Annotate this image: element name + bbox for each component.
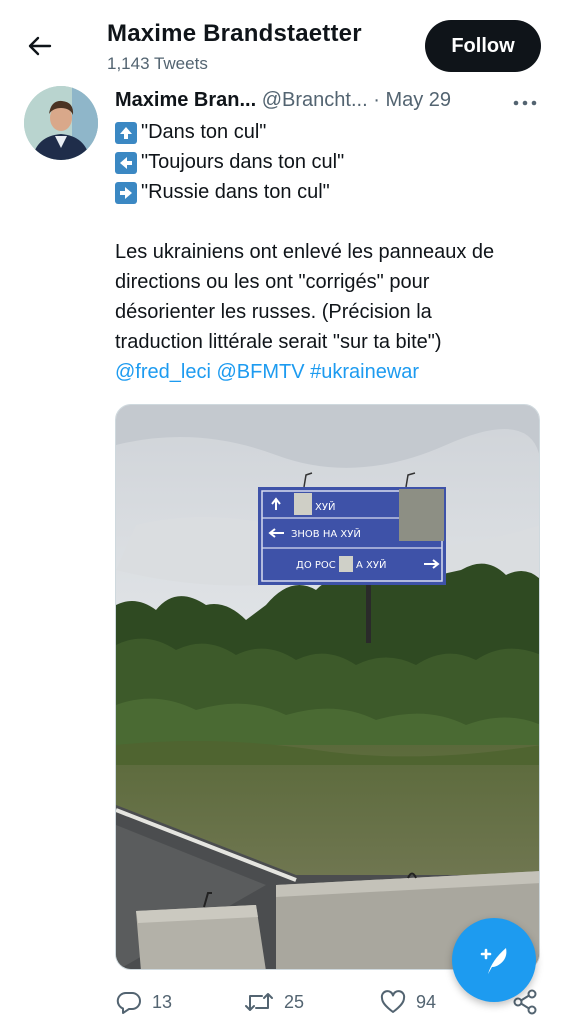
reply-count: 13 bbox=[152, 991, 173, 1012]
tweet-header: Maxime Bran... @Brancht... · May 29 bbox=[115, 89, 545, 117]
reply-icon bbox=[116, 991, 141, 1014]
tweet-line-text: "Dans ton cul" bbox=[141, 121, 267, 143]
sign-line-3a: ДО РОС bbox=[296, 560, 336, 571]
reply-button[interactable]: 13 bbox=[116, 984, 172, 1020]
tweet-line-text: "Toujours dans ton cul" bbox=[141, 151, 345, 173]
follow-button[interactable]: Follow bbox=[425, 20, 541, 72]
compose-tweet-button[interactable] bbox=[452, 918, 536, 1002]
back-button[interactable] bbox=[20, 28, 60, 64]
sign-line-1: ХУЙ bbox=[315, 500, 335, 513]
more-dots-icon bbox=[513, 100, 537, 106]
tweet-author-handle[interactable]: @Brancht... bbox=[262, 89, 368, 111]
tweet-body-line: Les ukrainiens ont enlevé les panneaux d… bbox=[115, 241, 495, 263]
tweet-body-line: traduction littérale serait "sur ta bite… bbox=[115, 331, 442, 353]
avatar[interactable] bbox=[24, 86, 98, 160]
tweet-line-2: "Toujours dans ton cul" bbox=[115, 147, 344, 177]
tweet-body-line: directions ou les ont "corrigés" pour bbox=[115, 271, 430, 293]
tweet-line-3: "Russie dans ton cul" bbox=[115, 177, 330, 207]
retweet-button[interactable]: 25 bbox=[244, 984, 304, 1020]
like-count: 94 bbox=[416, 991, 437, 1012]
profile-header: Maxime Brandstaetter 1,143 Tweets Follow bbox=[0, 0, 565, 84]
separator-dot: · bbox=[373, 89, 380, 111]
tweet-count: 1,143 Tweets bbox=[107, 54, 208, 73]
tweet-line-1: "Dans ton cul" bbox=[115, 117, 266, 147]
tweet-author-name[interactable]: Maxime Bran... bbox=[115, 89, 256, 111]
tweet-date[interactable]: May 29 bbox=[385, 89, 451, 111]
up-arrow-emoji-icon bbox=[115, 121, 137, 144]
tweet-body: Les ukrainiens ont enlevé les panneaux d… bbox=[115, 237, 545, 357]
heart-icon bbox=[380, 990, 406, 1013]
retweet-count: 25 bbox=[284, 991, 305, 1012]
like-button[interactable]: 94 bbox=[380, 984, 436, 1020]
road-sign-photo: ХУЙ ЗНОВ НА ХУЙ ДО РОС А ХУЙ bbox=[116, 405, 539, 969]
avatar-image bbox=[24, 86, 98, 160]
back-arrow-icon bbox=[28, 36, 52, 56]
more-options-button[interactable] bbox=[510, 92, 540, 114]
left-arrow-emoji-icon bbox=[115, 151, 137, 174]
retweet-icon bbox=[245, 993, 273, 1011]
tweet-line-text: "Russie dans ton cul" bbox=[141, 181, 330, 203]
sign-line-3b: А ХУЙ bbox=[356, 558, 386, 571]
mention-fred-leci[interactable]: @fred_leci bbox=[115, 361, 211, 383]
mention-bfmtv[interactable]: @BFMTV bbox=[216, 361, 304, 383]
tweet-mentions: @fred_leci @BFMTV #ukrainewar bbox=[115, 357, 419, 387]
compose-feather-icon bbox=[480, 948, 507, 974]
tweet-body-line: désorienter les russes. (Précision la bbox=[115, 301, 432, 323]
hashtag-ukrainewar[interactable]: #ukrainewar bbox=[310, 361, 419, 383]
sign-line-2: ЗНОВ НА ХУЙ bbox=[291, 527, 361, 540]
profile-name-title: Maxime Brandstaetter bbox=[107, 20, 362, 47]
tweet-photo[interactable]: ХУЙ ЗНОВ НА ХУЙ ДО РОС А ХУЙ bbox=[115, 404, 540, 970]
right-arrow-emoji-icon bbox=[115, 181, 137, 204]
